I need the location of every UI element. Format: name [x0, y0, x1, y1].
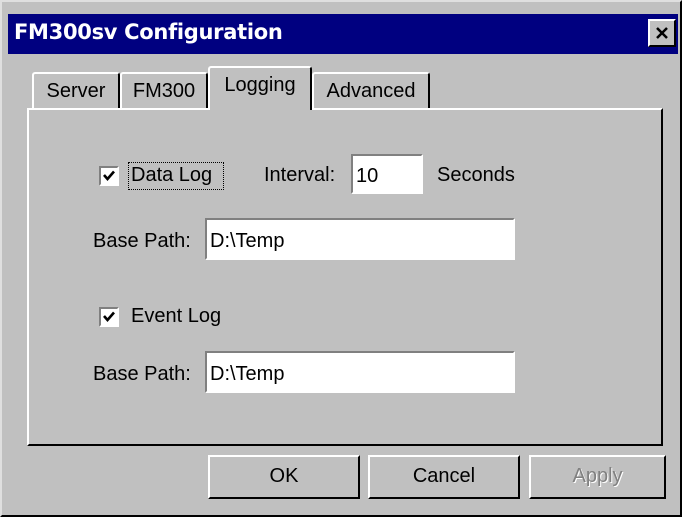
cancel-button[interactable]: Cancel — [368, 455, 520, 499]
tab-fm300-label: FM300 — [132, 80, 196, 102]
configuration-dialog: FM300sv Configuration Server FM300 Loggi… — [0, 0, 682, 517]
tab-server[interactable]: Server — [32, 72, 120, 110]
tab-fm300[interactable]: FM300 — [120, 72, 208, 110]
close-icon — [656, 27, 668, 39]
event-log-base-path-label: Base Path: — [93, 363, 191, 385]
tab-advanced[interactable]: Advanced — [312, 72, 430, 110]
apply-button[interactable]: Apply — [529, 455, 666, 499]
tab-advanced-label: Advanced — [326, 80, 416, 102]
interval-label: Interval: — [264, 164, 336, 186]
tab-server-label: Server — [46, 80, 106, 102]
event-log-checkbox[interactable] — [99, 307, 119, 327]
tab-logging[interactable]: Logging — [208, 66, 312, 110]
data-log-label[interactable]: Data Log — [131, 164, 212, 187]
data-log-checkbox[interactable] — [99, 166, 119, 186]
event-log-base-path-input[interactable] — [205, 351, 515, 393]
window-title: FM300sv Configuration — [14, 20, 283, 44]
checkmark-icon — [103, 170, 115, 181]
close-button[interactable] — [648, 19, 676, 47]
checkmark-icon — [103, 311, 115, 322]
logging-panel: Data Log Interval: Seconds Base Path: Ev… — [27, 108, 663, 446]
data-log-base-path-label: Base Path: — [93, 230, 191, 252]
ok-button[interactable]: OK — [208, 455, 360, 499]
data-log-base-path-input[interactable] — [205, 218, 515, 260]
tab-logging-label: Logging — [224, 74, 296, 96]
interval-input[interactable] — [351, 154, 423, 194]
event-log-label[interactable]: Event Log — [131, 305, 221, 328]
interval-unit-label: Seconds — [437, 164, 515, 186]
title-bar[interactable]: FM300sv Configuration — [8, 14, 678, 54]
